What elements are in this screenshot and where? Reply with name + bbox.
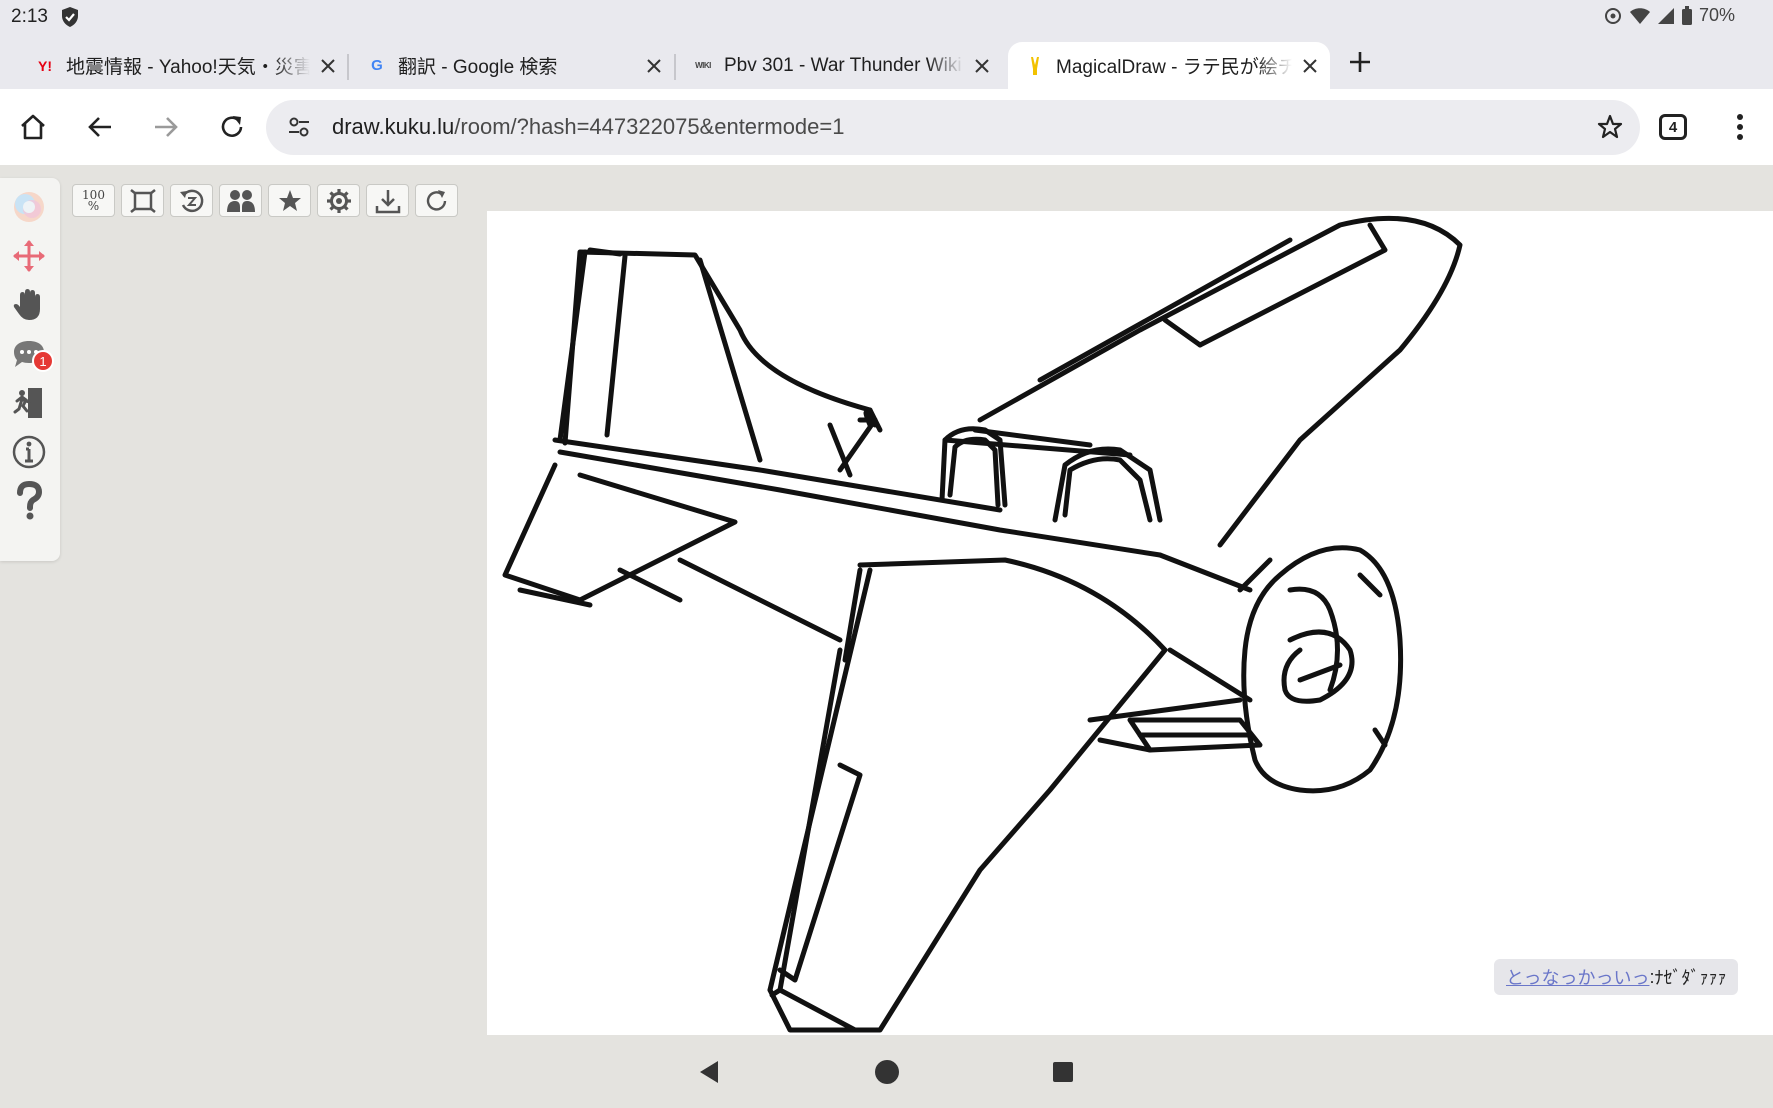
battery-icon	[1681, 5, 1692, 25]
zoom-100-icon: 100%	[82, 189, 105, 213]
status-bar: 2:13 70%	[0, 0, 1773, 34]
nav-home-button[interactable]	[870, 1055, 904, 1089]
settings-button[interactable]	[317, 184, 360, 217]
fit-screen-icon	[129, 188, 156, 213]
tab-title: MagicalDraw - ラテ民が絵チャ	[1056, 57, 1292, 78]
tab-google-translate[interactable]: G 翻訳 - Google 検索	[366, 42, 666, 89]
address-bar[interactable]: draw.kuku.lu/room/?hash=447322075&enterm…	[266, 100, 1640, 155]
download-icon	[375, 189, 400, 213]
yahoo-favicon-icon: Y!	[38, 57, 52, 74]
info-button[interactable]	[8, 431, 50, 473]
home-button[interactable]	[15, 109, 51, 145]
url-text[interactable]: draw.kuku.lu/room/?hash=447322075&enterm…	[332, 114, 845, 140]
wifi-icon	[1629, 7, 1650, 24]
left-sidebar: 1	[0, 178, 60, 561]
tab-switcher-button[interactable]: 4	[1659, 114, 1687, 140]
users-button[interactable]	[219, 184, 262, 217]
reset-rotation-button[interactable]	[170, 184, 213, 217]
fit-screen-button[interactable]	[121, 184, 164, 217]
magicaldraw-favicon-icon	[1024, 55, 1046, 77]
favorite-button[interactable]	[268, 184, 311, 217]
back-button[interactable]	[82, 109, 118, 145]
status-time: 2:13	[11, 6, 48, 27]
reload-icon	[221, 116, 243, 137]
hand-tool-button[interactable]	[8, 284, 50, 326]
square-recents-icon	[1053, 1062, 1073, 1082]
system-nav-bar	[0, 1035, 1773, 1108]
move-arrows-icon	[13, 240, 45, 272]
color-wheel-icon	[14, 192, 44, 222]
chat-username-link[interactable]: とっなっかっいっ	[1506, 964, 1649, 990]
tab-strip: Y! 地震情報 - Yahoo!天気・災害 G 翻訳 - Google 検索 W…	[0, 34, 1773, 89]
shield-icon	[62, 7, 78, 27]
airplane-sketch	[502, 215, 1463, 1033]
tab-title: 翻訳 - Google 検索	[398, 57, 558, 78]
refresh-canvas-button[interactable]	[415, 184, 458, 217]
cell-signal-icon	[1657, 7, 1674, 24]
url-path: /room/?hash=447322075&entermode=1	[454, 114, 845, 139]
menu-button[interactable]	[1722, 109, 1758, 145]
battery-percent: 70%	[1698, 5, 1735, 25]
rotate-reset-icon	[179, 189, 203, 212]
reload-button[interactable]	[214, 109, 250, 145]
triangle-back-icon	[700, 1061, 718, 1083]
tab-title: 地震情報 - Yahoo!天気・災害	[66, 57, 310, 78]
tab-title: Pbv 301 - War Thunder Wiki	[724, 54, 962, 76]
status-indicators: 70%	[1603, 5, 1735, 26]
tab-separator	[347, 54, 349, 80]
exit-door-icon	[13, 388, 42, 418]
close-icon[interactable]	[1298, 54, 1322, 78]
help-icon	[17, 481, 43, 520]
tab-separator	[674, 54, 676, 80]
bookmark-star-icon[interactable]	[1596, 113, 1624, 141]
url-host: draw.kuku.lu	[332, 114, 455, 139]
star-icon	[278, 189, 301, 211]
circle-home-icon	[875, 1060, 899, 1084]
settings-gear-icon	[326, 188, 351, 213]
wiki-favicon-icon: WIKI	[695, 61, 711, 70]
nav-back-button[interactable]	[692, 1055, 726, 1089]
tab-yahoo-weather[interactable]: Y! 地震情報 - Yahoo!天気・災害	[34, 42, 340, 89]
browser-toolbar: draw.kuku.lu/room/?hash=447322075&enterm…	[0, 89, 1773, 165]
exit-room-button[interactable]	[8, 382, 50, 424]
chat-unread-badge: 1	[32, 350, 54, 372]
download-button[interactable]	[366, 184, 409, 217]
magicaldraw-app: 1 100% とっなっかっいっ: ﾅｾﾞﾀﾞｧｧｧ	[0, 165, 1773, 1041]
close-icon[interactable]	[642, 54, 666, 78]
new-tab-plus-icon[interactable]	[1346, 48, 1374, 76]
refresh-icon	[426, 189, 446, 211]
close-icon[interactable]	[316, 54, 340, 78]
chat-message: とっなっかっいっ : ﾅｾﾞﾀﾞｧｧｧ	[1494, 959, 1739, 995]
sync-icon	[1604, 7, 1621, 24]
more-vert-icon	[1737, 114, 1743, 140]
site-settings-icon[interactable]	[286, 114, 312, 140]
users-icon	[226, 189, 255, 212]
color-picker-button[interactable]	[8, 186, 50, 228]
drawing-canvas[interactable]: とっなっかっいっ : ﾅｾﾞﾀﾞｧｧｧ	[487, 211, 1773, 1041]
google-favicon-icon: G	[371, 57, 383, 74]
forward-arrow-icon	[155, 117, 178, 137]
info-icon	[12, 435, 46, 469]
move-tool-button[interactable]	[8, 235, 50, 277]
help-button[interactable]	[8, 480, 50, 522]
zoom-unit: %	[87, 198, 100, 213]
tab-war-thunder-wiki[interactable]: WIKI Pbv 301 - War Thunder Wiki	[692, 42, 994, 89]
close-icon[interactable]	[970, 54, 994, 78]
tab-magicaldraw[interactable]: MagicalDraw - ラテ民が絵チャ	[1008, 42, 1330, 89]
chat-message-text: ﾅｾﾞﾀﾞｧｧｧ	[1654, 968, 1727, 988]
canvas-toolbar: 100%	[72, 184, 458, 217]
zoom-100-button[interactable]: 100%	[72, 184, 115, 217]
home-icon	[21, 114, 45, 140]
hand-icon	[13, 289, 40, 320]
nav-recents-button[interactable]	[1046, 1055, 1080, 1089]
back-arrow-icon	[88, 117, 111, 137]
forward-button[interactable]	[148, 109, 184, 145]
